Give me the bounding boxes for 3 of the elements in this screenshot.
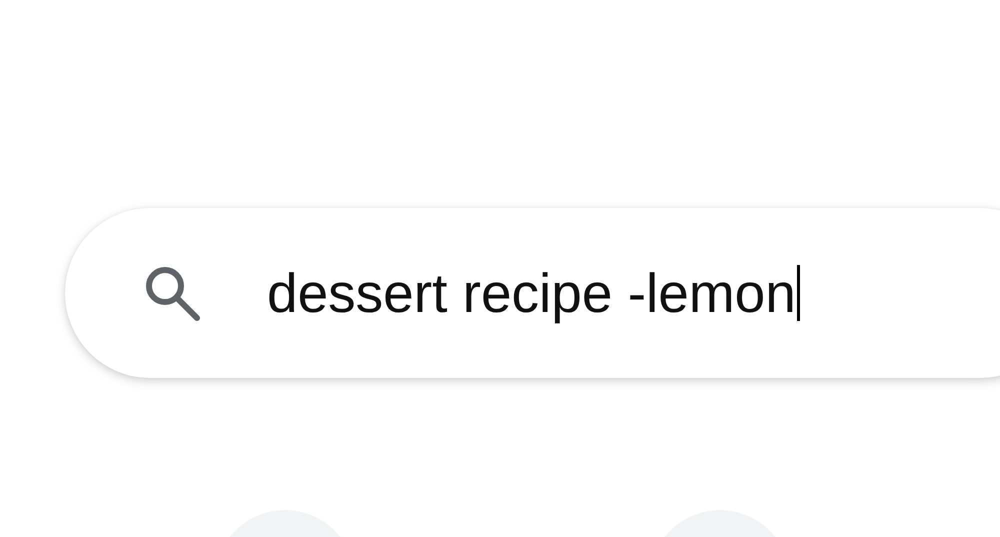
search-icon — [143, 264, 201, 322]
text-cursor — [796, 265, 800, 321]
search-field[interactable]: dessert recipe -lemon — [65, 208, 1000, 378]
